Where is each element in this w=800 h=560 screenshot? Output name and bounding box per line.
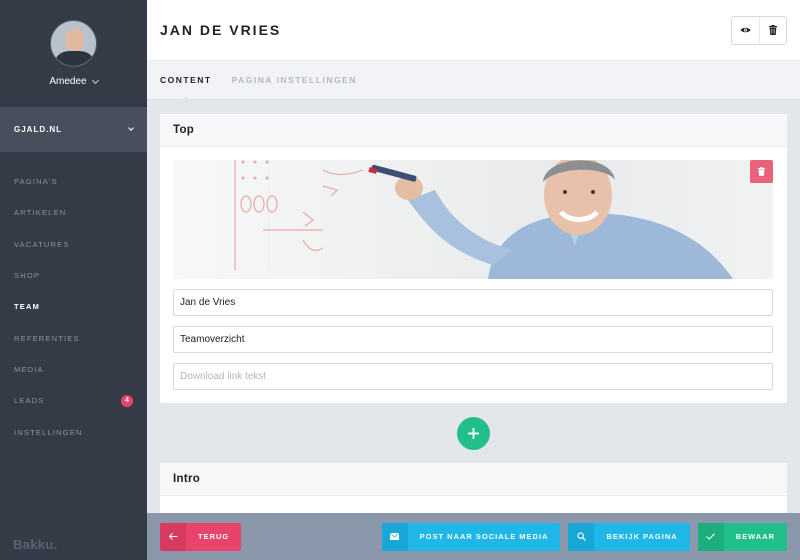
sidebar-item-instellingen[interactable]: INSTELLINGEN [0,416,147,447]
sidebar-item-label: TEAM [14,302,41,312]
content-area[interactable]: Top Jan de Vries Teamoverzicht Download … [147,101,800,513]
site-name: GJALD.NL [14,125,62,134]
arrow-left-icon [160,522,186,551]
tab-pagina-instellingen[interactable]: PAGINA INSTELLINGEN [232,61,357,100]
sidebar-item-label: REFERENTIES [14,333,80,343]
trash-icon [769,25,777,35]
avatar-head [65,29,84,51]
user-name: Amedee [49,76,87,87]
header-image[interactable] [173,160,773,279]
check-icon [697,522,724,551]
sidebar-item-label: VACATURES [14,239,70,249]
view-page-label: BEKIJK PAGINA [606,532,678,541]
sidebar-item-label: PAGINA'S [14,177,58,187]
header-actions [731,15,787,45]
sidebar-item-shop[interactable]: SHOP [0,260,147,291]
post-social-label: POST NAAR SOCIALE MEDIA [419,532,549,541]
save-label: BEWAAR [735,532,775,541]
main-panel: JAN DE VRIES CONTENT PAGINA INSTELLINGEN… [147,0,800,560]
preview-button[interactable] [732,17,759,44]
user-menu-toggle[interactable]: Amedee [49,76,99,87]
eye-icon [740,27,751,33]
sidebar-item-referenties[interactable]: REFERENTIES [0,322,147,353]
section-body [160,147,787,390]
back-label: TERUG [198,532,230,541]
plus-icon [468,428,479,439]
sidebar-item-label: ARTIKELEN [14,208,67,218]
section-top: Top [160,114,787,403]
sidebar-nav: PAGINA'S ARTIKELEN VACATURES SHOP TEAM R… [0,152,147,448]
sidebar: Amedee GJALD.NL PAGINA'S ARTIKELEN VACAT… [0,0,147,560]
tab-content[interactable]: CONTENT [160,61,212,101]
sidebar-item-label: SHOP [14,271,41,281]
name-field[interactable] [173,289,773,316]
brand-logo: Bakku. [13,537,58,552]
sidebar-item-label: LEADS [14,396,45,406]
page-header: JAN DE VRIES [147,0,800,61]
save-button[interactable]: BEWAAR [697,522,787,551]
chevron-down-icon [91,76,99,84]
sidebar-item-media[interactable]: MEDIA [0,354,147,385]
site-selector[interactable]: GJALD.NL [0,107,147,152]
sidebar-item-vacatures[interactable]: VACATURES [0,229,147,260]
delete-page-button[interactable] [759,16,786,44]
back-button[interactable]: TERUG [160,522,242,551]
trash-icon [758,167,765,176]
sidebar-item-label: INSTELLINGEN [14,427,83,437]
sidebar-item-leads[interactable]: LEADS 4 [0,385,147,416]
user-profile: Amedee [0,0,147,107]
remove-image-button[interactable] [750,160,773,183]
post-social-button[interactable]: POST NAAR SOCIALE MEDIA [381,522,561,551]
avatar[interactable] [50,20,97,67]
section-title: Top [160,114,787,147]
envelope-icon [381,522,408,551]
view-page-button[interactable]: BEKIJK PAGINA [568,522,690,551]
sidebar-item-label: MEDIA [14,364,44,374]
download-link-text-field[interactable] [173,363,773,390]
sidebar-item-paginas[interactable]: PAGINA'S [0,166,147,197]
section-intro: Intro [160,463,787,513]
page-title: JAN DE VRIES [160,22,282,38]
avatar-shirt [56,51,93,66]
app: Amedee GJALD.NL PAGINA'S ARTIKELEN VACAT… [0,0,800,560]
sidebar-item-team[interactable]: TEAM [0,291,147,322]
bottom-action-bar: TERUG POST NAAR SOCIALE MEDIA BEKIJK PAG… [147,513,800,560]
leads-count-badge: 4 [121,394,133,407]
chevron-down-icon [128,125,134,131]
sidebar-item-artikelen[interactable]: ARTIKELEN [0,197,147,228]
tab-bar: CONTENT PAGINA INSTELLINGEN [147,61,800,101]
search-icon [568,522,595,551]
header-photo [234,160,733,279]
section-title: Intro [160,463,787,496]
add-block-button[interactable] [457,417,490,450]
subtitle-field[interactable] [173,326,773,353]
